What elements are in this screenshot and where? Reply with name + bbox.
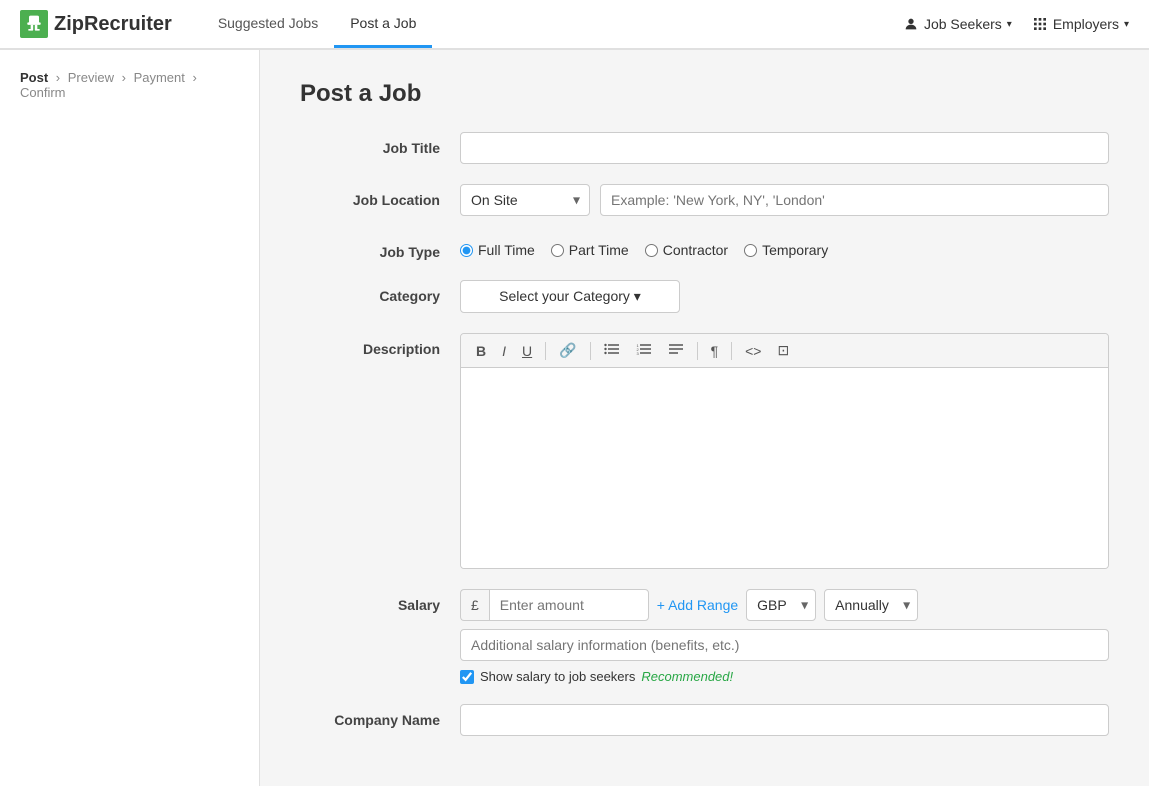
- show-salary-checkbox[interactable]: [460, 670, 474, 684]
- job-location-control: On Site Remote Hybrid: [460, 184, 1109, 216]
- toolbar-sep-3: [697, 342, 698, 360]
- salary-label: Salary: [300, 589, 440, 613]
- show-salary-label: Show salary to job seekers: [480, 669, 635, 684]
- location-type-select-wrap: On Site Remote Hybrid: [460, 184, 590, 216]
- svg-text:3: 3: [636, 351, 639, 356]
- page-layout: Post › Preview › Payment › Confirm Post …: [0, 50, 1149, 786]
- toolbar-sep-4: [731, 342, 732, 360]
- logo: ZipRecruiter: [20, 10, 172, 38]
- navbar: ZipRecruiter Suggested Jobs Post a Job J…: [0, 0, 1149, 50]
- company-name-control: [460, 704, 1109, 736]
- description-toolbar: B I U 🔗 123: [461, 334, 1108, 368]
- toolbar-underline[interactable]: U: [517, 341, 537, 361]
- job-type-options: Full Time Part Time Contractor Temporary: [460, 236, 1109, 258]
- category-button[interactable]: Select your Category ▾: [460, 280, 680, 313]
- company-name-row: Company Name: [300, 704, 1109, 736]
- page-title: Post a Job: [300, 80, 1109, 108]
- job-type-temporary[interactable]: Temporary: [744, 242, 828, 258]
- show-salary-recommended: Recommended!: [641, 669, 733, 684]
- company-name-label: Company Name: [300, 704, 440, 728]
- salary-amount-wrap: £: [460, 589, 649, 621]
- description-body[interactable]: [461, 368, 1108, 568]
- chevron-down-icon-employers: ▾: [1124, 19, 1129, 30]
- category-control: Select your Category ▾: [460, 280, 1109, 313]
- toolbar-sep-2: [590, 342, 591, 360]
- period-select[interactable]: Annually Monthly Weekly Daily Hourly: [824, 589, 918, 621]
- job-title-label: Job Title: [300, 132, 440, 156]
- description-control: B I U 🔗 123: [460, 333, 1109, 569]
- breadcrumb-post: Post: [20, 70, 48, 85]
- nav-right: Job Seekers ▾ Employers ▾: [903, 16, 1129, 32]
- period-select-wrap: Annually Monthly Weekly Daily Hourly: [824, 589, 918, 621]
- job-type-contractor-label: Contractor: [663, 242, 728, 258]
- job-type-control: Full Time Part Time Contractor Temporary: [460, 236, 1109, 258]
- job-seekers-label: Job Seekers: [924, 16, 1002, 32]
- job-type-parttime[interactable]: Part Time: [551, 242, 629, 258]
- toolbar-sep-1: [545, 342, 546, 360]
- job-type-fulltime[interactable]: Full Time: [460, 242, 535, 258]
- toolbar-bold[interactable]: B: [471, 341, 491, 361]
- salary-extra-info: [460, 629, 1109, 661]
- toolbar-italic[interactable]: I: [497, 341, 511, 361]
- job-type-temporary-radio[interactable]: [744, 244, 757, 257]
- nav-suggested-jobs[interactable]: Suggested Jobs: [202, 0, 334, 48]
- currency-select[interactable]: GBP USD EUR: [746, 589, 816, 621]
- toolbar-ordered-list[interactable]: 123: [631, 340, 657, 361]
- breadcrumb: Post › Preview › Payment › Confirm: [20, 70, 239, 100]
- toolbar-link[interactable]: 🔗: [554, 340, 581, 361]
- job-title-input[interactable]: [460, 132, 1109, 164]
- location-input[interactable]: [600, 184, 1109, 216]
- location-type-select[interactable]: On Site Remote Hybrid: [460, 184, 590, 216]
- toolbar-unordered-list[interactable]: [599, 340, 625, 361]
- toolbar-code[interactable]: <>: [740, 341, 766, 361]
- salary-inputs: £ + Add Range GBP USD EUR Annually: [460, 589, 1109, 621]
- job-type-fulltime-label: Full Time: [478, 242, 535, 258]
- grid-icon: [1032, 16, 1048, 32]
- logo-text: ZipRecruiter: [54, 13, 172, 36]
- job-type-parttime-radio[interactable]: [551, 244, 564, 257]
- person-icon: [903, 16, 919, 32]
- salary-additional-input[interactable]: [460, 629, 1109, 661]
- location-input-wrap: [600, 184, 1109, 216]
- job-seekers-menu[interactable]: Job Seekers ▾: [903, 16, 1012, 32]
- employers-menu[interactable]: Employers ▾: [1032, 16, 1129, 32]
- salary-row: Salary £ + Add Range GBP USD EUR: [300, 589, 1109, 684]
- job-type-fulltime-radio[interactable]: [460, 244, 473, 257]
- breadcrumb-payment: Payment: [134, 70, 185, 85]
- description-row: Description B I U 🔗 123: [300, 333, 1109, 569]
- nav-links: Suggested Jobs Post a Job: [202, 0, 433, 48]
- category-row: Category Select your Category ▾: [300, 280, 1109, 313]
- job-type-label: Job Type: [300, 236, 440, 260]
- logo-icon: [20, 10, 48, 38]
- employers-label: Employers: [1053, 16, 1119, 32]
- job-title-row: Job Title: [300, 132, 1109, 164]
- toolbar-embed[interactable]: ⊡: [772, 340, 794, 361]
- breadcrumb-confirm: Confirm: [20, 85, 66, 100]
- main-content: Post a Job Job Title Job Location On Sit…: [260, 50, 1149, 786]
- description-editor: B I U 🔗 123: [460, 333, 1109, 569]
- nav-post-job[interactable]: Post a Job: [334, 0, 432, 48]
- add-range-button[interactable]: + Add Range: [657, 597, 738, 613]
- toolbar-align[interactable]: [663, 340, 689, 361]
- salary-amount-input[interactable]: [489, 589, 649, 621]
- job-type-row: Job Type Full Time Part Time Contractor: [300, 236, 1109, 260]
- currency-select-wrap: GBP USD EUR: [746, 589, 816, 621]
- job-title-control: [460, 132, 1109, 164]
- breadcrumb-preview: Preview: [68, 70, 114, 85]
- job-location-row: Job Location On Site Remote Hybrid: [300, 184, 1109, 216]
- job-type-contractor[interactable]: Contractor: [645, 242, 728, 258]
- sidebar: Post › Preview › Payment › Confirm: [0, 50, 260, 786]
- description-label: Description: [300, 333, 440, 357]
- category-label: Category: [300, 280, 440, 304]
- job-type-contractor-radio[interactable]: [645, 244, 658, 257]
- salary-control: £ + Add Range GBP USD EUR Annually: [460, 589, 1109, 684]
- chevron-down-icon: ▾: [1007, 19, 1012, 30]
- toolbar-paragraph[interactable]: ¶: [706, 341, 724, 361]
- job-type-temporary-label: Temporary: [762, 242, 828, 258]
- job-type-parttime-label: Part Time: [569, 242, 629, 258]
- company-name-input[interactable]: [460, 704, 1109, 736]
- salary-currency-symbol: £: [460, 589, 489, 621]
- job-location-label: Job Location: [300, 184, 440, 208]
- show-salary-row: Show salary to job seekers Recommended!: [460, 669, 1109, 684]
